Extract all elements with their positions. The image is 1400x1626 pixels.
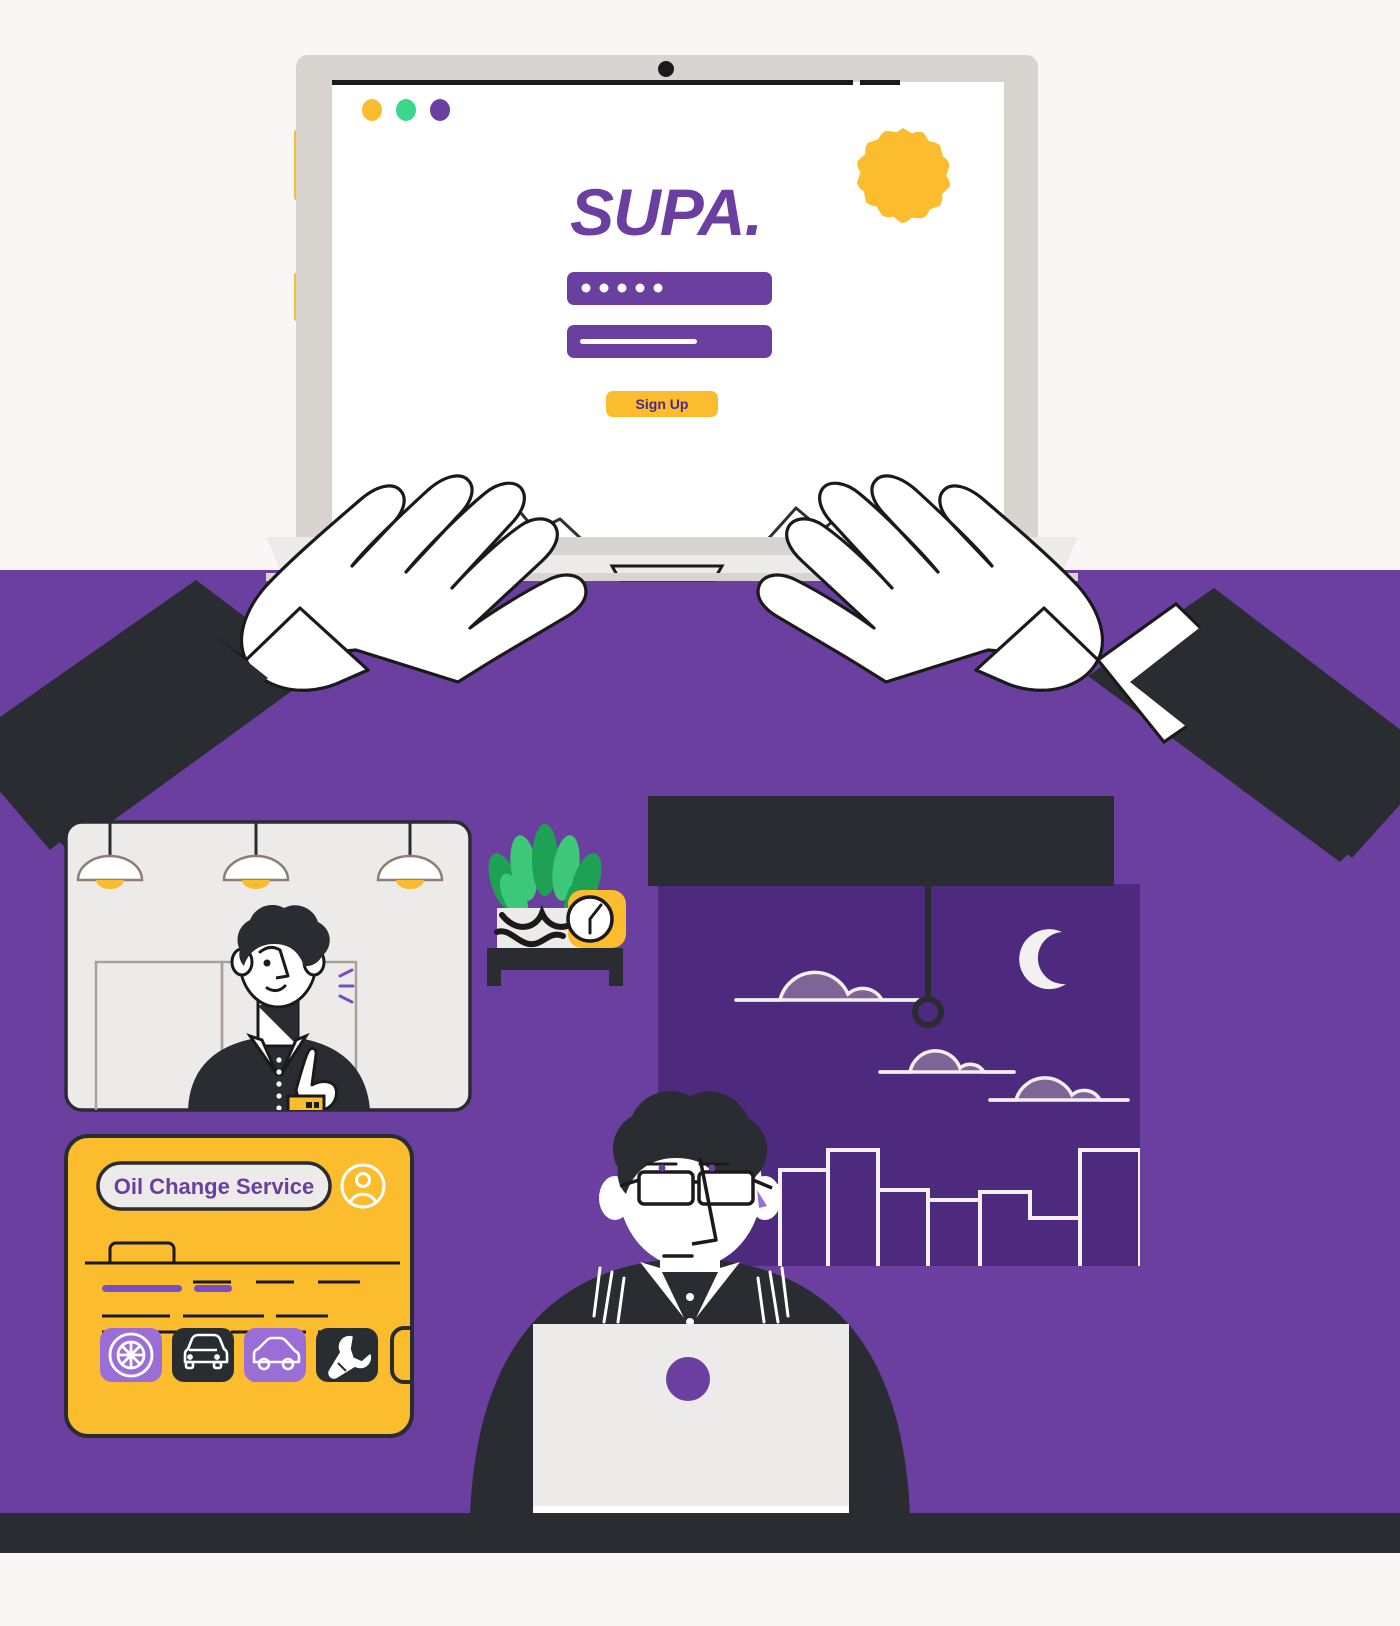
worker-laptop — [533, 1324, 849, 1513]
desk-clock — [566, 890, 626, 948]
signup-button-label[interactable]: Sign Up — [636, 396, 689, 412]
illustration-canvas: SUPA sign-up illustration SUPA. — [0, 0, 1400, 1626]
bezel-line-left — [332, 80, 853, 85]
worker-laptop-edge — [533, 1506, 849, 1513]
shelf-bracket-left — [487, 948, 501, 986]
password-dot — [635, 283, 645, 293]
accent-line — [102, 1285, 182, 1292]
password-dot — [599, 283, 609, 293]
purple-circle-logo — [666, 1357, 710, 1401]
accent-line — [194, 1285, 232, 1292]
password-dot — [653, 283, 663, 293]
floor-bar — [0, 1513, 1400, 1553]
window-blind — [648, 796, 1114, 886]
text-field-caret-line — [580, 339, 697, 344]
bezel-line-right — [860, 80, 900, 85]
shelf-board — [487, 948, 623, 970]
password-field[interactable] — [567, 272, 772, 305]
shelf-bracket-right — [609, 948, 623, 986]
window-dot-purple[interactable] — [430, 99, 450, 121]
window-dot-yellow[interactable] — [362, 99, 382, 121]
supa-logo: SUPA. — [570, 175, 762, 249]
webcam-dot — [658, 61, 674, 77]
floor-bottom — [0, 1553, 1400, 1626]
password-dot — [581, 283, 591, 293]
search-input-value[interactable]: Oil Change Service — [114, 1174, 315, 1199]
window-dot-green[interactable] — [396, 99, 416, 121]
password-dot — [617, 283, 627, 293]
